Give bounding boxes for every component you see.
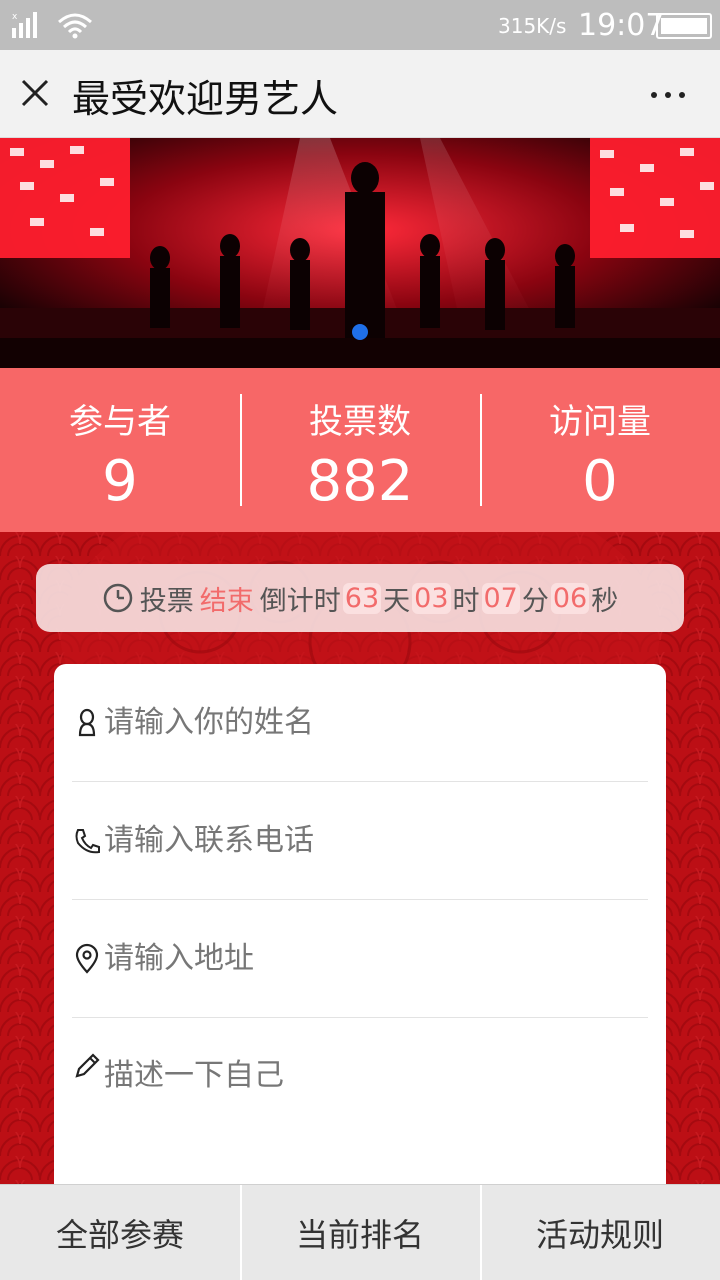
countdown-seconds-unit: 秒 (591, 585, 619, 617)
battery-icon (656, 13, 712, 39)
name-input[interactable] (104, 705, 604, 740)
countdown-state: 结束 (199, 585, 254, 617)
carousel-indicator[interactable] (352, 324, 368, 340)
wifi-icon (58, 13, 92, 39)
countdown-hours-unit: 时 (452, 585, 480, 617)
phone-row (72, 782, 648, 900)
clock-time: 19:07 (578, 8, 665, 43)
stats-panel: 参与者 9 投票数 882 访问量 0 (0, 368, 720, 532)
bottom-tab-bar: 全部参赛 当前排名 活动规则 (0, 1184, 720, 1280)
more-icon[interactable] (648, 80, 688, 110)
stat-value: 9 (102, 449, 138, 514)
countdown-days: 63 (342, 582, 382, 614)
countdown-seconds: 06 (550, 582, 590, 614)
svg-text:x: x (12, 12, 18, 22)
countdown-minutes: 07 (481, 582, 520, 614)
countdown-hours: 03 (412, 582, 451, 614)
stat-visits: 访问量 0 (480, 368, 720, 532)
name-row (72, 664, 648, 782)
signup-form (54, 664, 666, 1224)
countdown-label: 倒计时 (259, 585, 341, 617)
tab-current-ranking[interactable]: 当前排名 (240, 1185, 480, 1280)
stat-votes: 投票数 882 (240, 368, 480, 532)
location-pin-icon (75, 943, 99, 974)
phone-input[interactable] (104, 823, 604, 858)
stat-value: 0 (582, 449, 618, 514)
address-row (72, 900, 648, 1018)
phone-icon (75, 828, 100, 853)
address-input[interactable] (104, 941, 604, 976)
countdown-prefix: 投票 (139, 585, 194, 617)
countdown-minutes-unit: 分 (521, 585, 549, 617)
pencil-icon (75, 1053, 100, 1078)
stat-label: 参与者 (69, 402, 171, 442)
stat-label: 访问量 (549, 402, 651, 442)
vote-countdown: 投票 结束 倒计时 63 天 03 时 07 分 06 秒 (36, 564, 684, 632)
status-bar: x 315K/s 19:07 (0, 0, 720, 50)
clock-icon (103, 583, 133, 613)
signal-icon: x (12, 12, 37, 38)
description-input[interactable] (104, 1050, 604, 1190)
tab-activity-rules[interactable]: 活动规则 (480, 1185, 720, 1280)
page-title: 最受欢迎男艺人 (72, 77, 339, 121)
stat-participants: 参与者 9 (0, 368, 240, 532)
stat-value: 882 (306, 449, 414, 514)
net-speed: 315K/s (498, 14, 567, 38)
countdown-days-unit: 天 (383, 585, 411, 617)
close-icon[interactable] (18, 76, 52, 110)
person-icon (78, 708, 96, 736)
stat-label: 投票数 (309, 402, 411, 442)
nav-bar: 最受欢迎男艺人 (0, 50, 720, 138)
description-row (72, 1020, 648, 1190)
tab-all-entries[interactable]: 全部参赛 (0, 1185, 240, 1280)
